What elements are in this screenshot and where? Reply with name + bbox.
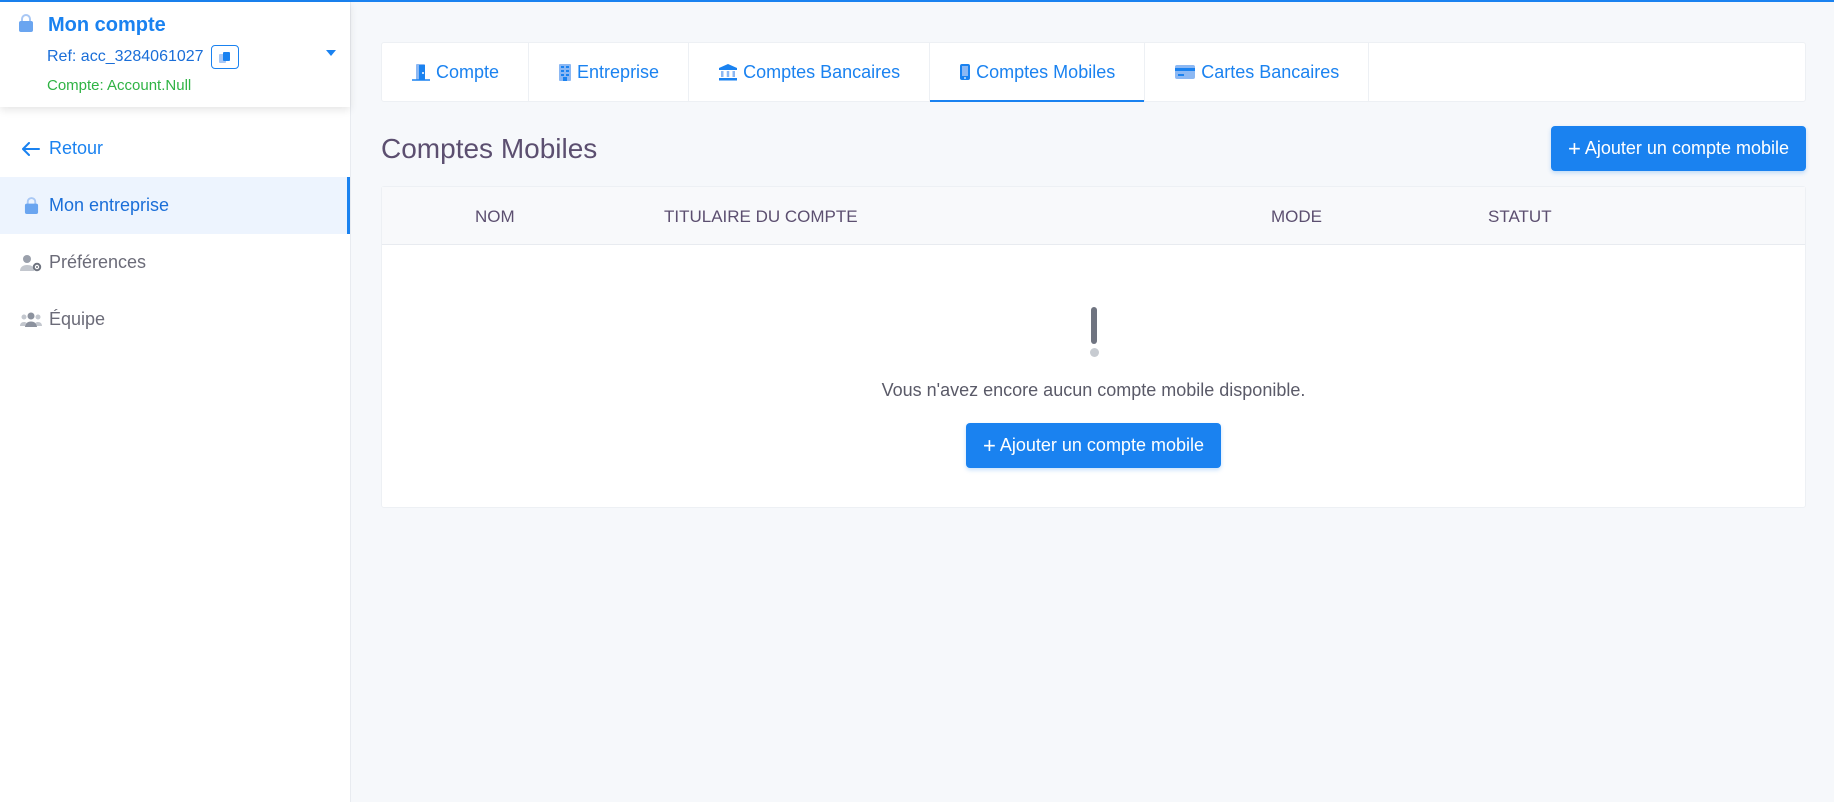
sidebar: Mon compte Ref: acc_3284061027 Compte: A… <box>0 2 351 802</box>
column-header-mode[interactable]: MODE <box>1271 207 1322 227</box>
sidebar-item-label: Préférences <box>49 252 147 272</box>
back-link[interactable]: Retour <box>0 120 350 177</box>
tab-label: Cartes Bancaires <box>1201 61 1340 82</box>
chevron-down-icon[interactable] <box>326 50 336 56</box>
tab-label: Compte <box>436 61 500 82</box>
add-mobile-account-button[interactable]: + Ajouter un compte mobile <box>1551 126 1806 171</box>
tab-comptes-mobiles[interactable]: Comptes Mobiles <box>930 43 1146 102</box>
tab-entreprise[interactable]: Entreprise <box>529 43 690 101</box>
account-title: Mon compte <box>48 14 166 36</box>
copy-ref-button[interactable] <box>210 45 239 69</box>
empty-state-message: Vous n'avez encore aucun compte mobile d… <box>881 380 1306 400</box>
back-label: Retour <box>49 138 104 158</box>
team-icon <box>20 309 42 331</box>
button-label: Ajouter un compte mobile <box>1584 138 1789 158</box>
user-gear-icon <box>20 252 42 274</box>
table-header: NOM TITULAIRE DU COMPTE MODE STATUT <box>382 187 1805 245</box>
button-label: Ajouter un compte mobile <box>999 435 1204 455</box>
door-icon <box>411 63 431 81</box>
copy-icon <box>218 51 230 63</box>
lock-icon <box>18 14 34 37</box>
arrow-left-icon <box>20 138 42 160</box>
account-switcher[interactable]: Mon compte Ref: acc_3284061027 Compte: A… <box>0 2 350 107</box>
mobile-icon <box>959 63 971 81</box>
column-header-statut[interactable]: STATUT <box>1488 207 1552 227</box>
mobile-accounts-table: NOM TITULAIRE DU COMPTE MODE STATUT Vous… <box>381 186 1806 508</box>
sidebar-item-preferences[interactable]: Préférences <box>0 234 350 291</box>
plus-icon: + <box>1568 135 1581 161</box>
exclamation-icon <box>1089 307 1099 357</box>
tab-compte[interactable]: Compte <box>382 43 530 101</box>
lock-icon <box>20 195 42 217</box>
empty-state: Vous n'avez encore aucun compte mobile d… <box>382 245 1805 468</box>
sidebar-item-label: Équipe <box>49 309 106 329</box>
column-header-titulaire[interactable]: TITULAIRE DU COMPTE <box>664 207 858 227</box>
credit-card-icon <box>1174 64 1196 80</box>
sidebar-item-mon-entreprise[interactable]: Mon entreprise <box>0 177 350 234</box>
sidebar-nav: Retour Mon entreprise Préférences Équipe <box>0 120 350 348</box>
tab-label: Comptes Mobiles <box>976 61 1116 82</box>
tab-comptes-bancaires[interactable]: Comptes Bancaires <box>689 43 931 101</box>
page-title: Comptes Mobiles <box>381 132 598 164</box>
account-status: Compte: Account.Null <box>47 77 192 94</box>
building-icon <box>558 63 572 81</box>
sidebar-item-equipe[interactable]: Équipe <box>0 291 350 348</box>
bank-icon <box>718 63 738 81</box>
tab-label: Comptes Bancaires <box>743 61 901 82</box>
add-mobile-account-empty-button[interactable]: + Ajouter un compte mobile <box>966 423 1221 468</box>
account-ref: Ref: acc_3284061027 <box>47 48 204 65</box>
main-content: Compte Entreprise Comptes Bancaires Comp… <box>381 42 1806 508</box>
tab-label: Entreprise <box>577 61 660 82</box>
column-header-nom[interactable]: NOM <box>475 207 515 227</box>
tab-bar: Compte Entreprise Comptes Bancaires Comp… <box>381 42 1806 102</box>
sidebar-item-label: Mon entreprise <box>49 195 170 215</box>
tab-cartes-bancaires[interactable]: Cartes Bancaires <box>1145 43 1370 101</box>
plus-icon: + <box>983 432 996 458</box>
